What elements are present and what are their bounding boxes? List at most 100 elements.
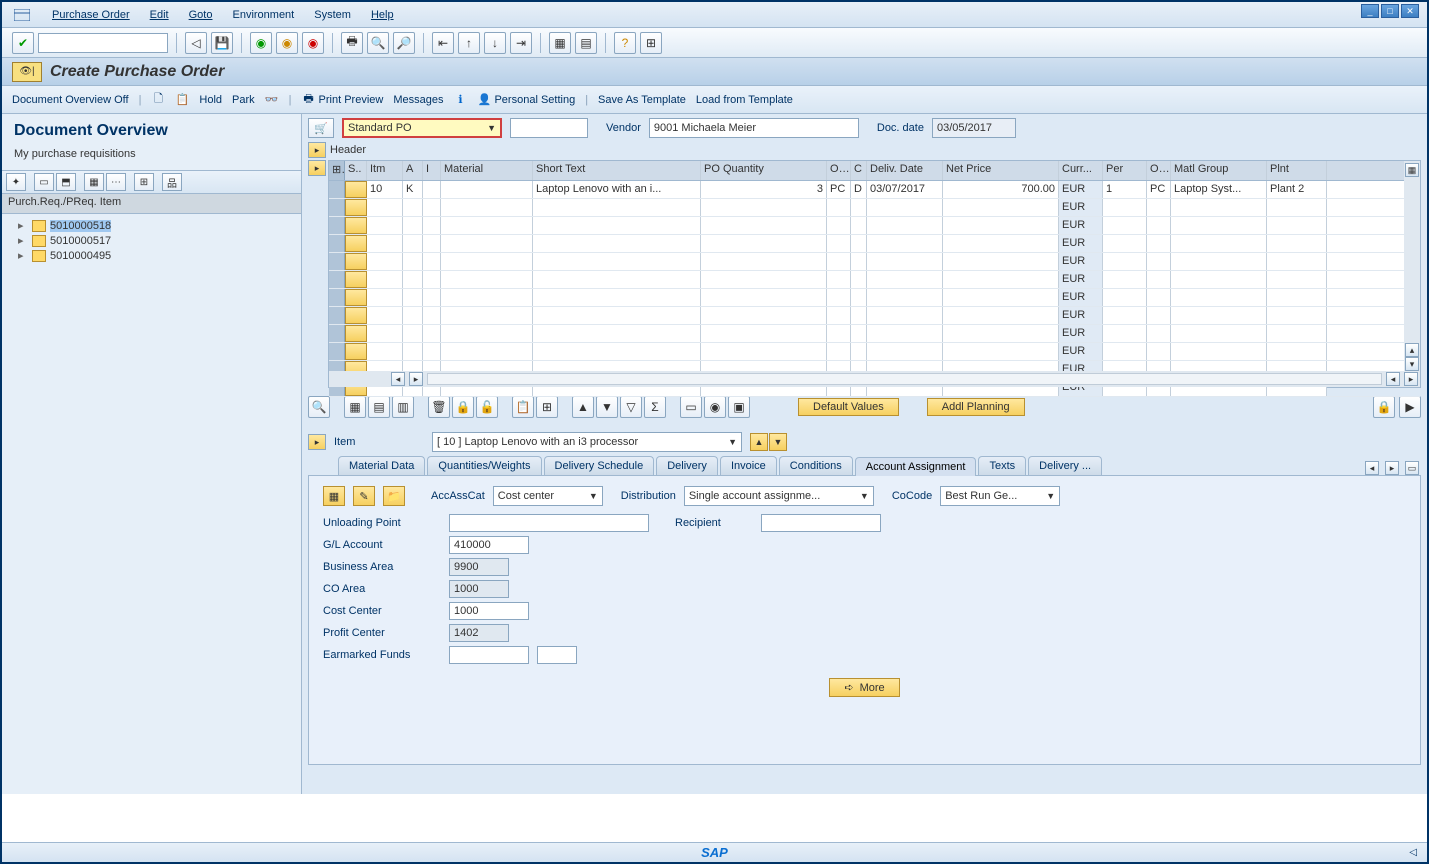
sb-refresh-icon[interactable]: ✦ <box>6 173 26 191</box>
prev-item-button[interactable]: ▲ <box>750 433 768 451</box>
table-row[interactable]: EUR <box>329 235 1420 253</box>
c-cell[interactable] <box>851 235 867 252</box>
plnt-cell[interactable] <box>1267 343 1327 360</box>
deliv-cell[interactable] <box>867 199 943 216</box>
personal-setting-button[interactable]: 👤Personal Setting <box>477 93 575 107</box>
per-cell[interactable] <box>1103 289 1147 306</box>
scroll-down-icon[interactable]: ▾ <box>1405 357 1419 371</box>
tb-grid-icon[interactable]: ⊞ <box>536 396 558 418</box>
menu-help[interactable]: Help <box>371 9 394 21</box>
expand-items-button[interactable]: ▸ <box>308 160 326 176</box>
sb-more-icon[interactable]: ⋯ <box>106 173 126 191</box>
matgrp-cell[interactable] <box>1171 325 1267 342</box>
distribution-select[interactable]: Single account assignme...▼ <box>684 486 874 506</box>
curr-cell[interactable]: EUR <box>1059 199 1103 216</box>
opu-cell[interactable] <box>1147 307 1171 324</box>
row-selector[interactable] <box>329 289 345 306</box>
i-cell[interactable] <box>423 199 441 216</box>
a-cell[interactable] <box>403 271 423 288</box>
col-opu[interactable]: O... <box>1147 161 1171 180</box>
matgrp-cell[interactable] <box>1171 289 1267 306</box>
tb9-icon[interactable]: ◉ <box>704 396 726 418</box>
tree-item[interactable]: ▸5010000495 <box>8 248 295 263</box>
tab-delivery-schedule[interactable]: Delivery Schedule <box>544 456 655 475</box>
short-text-cell[interactable] <box>533 253 701 270</box>
table-row[interactable]: EUR <box>329 253 1420 271</box>
plnt-cell[interactable] <box>1267 307 1327 324</box>
row-selector[interactable] <box>329 181 345 198</box>
field-input-cost-center[interactable]: 1000 <box>449 602 529 620</box>
matgrp-cell[interactable]: Laptop Syst... <box>1171 181 1267 198</box>
short-text-cell[interactable] <box>533 271 701 288</box>
addl-planning-button[interactable]: Addl Planning <box>927 398 1025 416</box>
per-cell[interactable]: 1 <box>1103 181 1147 198</box>
load-from-template-button[interactable]: Load from Template <box>696 94 793 106</box>
a-cell[interactable] <box>403 217 423 234</box>
short-text-cell[interactable] <box>533 343 701 360</box>
c-cell[interactable] <box>851 253 867 270</box>
col-quantity[interactable]: PO Quantity <box>701 161 827 180</box>
a-cell[interactable] <box>403 343 423 360</box>
scroll-track[interactable] <box>427 373 1382 385</box>
per-cell[interactable] <box>1103 235 1147 252</box>
per-cell[interactable] <box>1103 325 1147 342</box>
next-page-button[interactable]: ↓ <box>484 32 506 54</box>
col-c[interactable]: C <box>851 161 867 180</box>
plnt-cell[interactable] <box>1267 217 1327 234</box>
price-cell[interactable] <box>943 271 1059 288</box>
status-cell[interactable] <box>345 343 367 360</box>
copy-icon[interactable]: 📋 <box>512 396 534 418</box>
short-text-cell[interactable] <box>533 289 701 306</box>
table-row[interactable]: EUR <box>329 289 1420 307</box>
col-short-text[interactable]: Short Text <box>533 161 701 180</box>
qty-cell[interactable] <box>701 271 827 288</box>
tb3-icon[interactable]: ▥ <box>392 396 414 418</box>
col-i[interactable]: I <box>423 161 441 180</box>
status-cell[interactable] <box>345 181 367 198</box>
deliv-cell[interactable] <box>867 235 943 252</box>
row-selector[interactable] <box>329 325 345 342</box>
status-cell[interactable] <box>345 235 367 252</box>
matgrp-cell[interactable] <box>1171 307 1267 324</box>
itm-cell[interactable] <box>367 235 403 252</box>
price-cell[interactable] <box>943 289 1059 306</box>
tab-delivery[interactable]: Delivery <box>656 456 718 475</box>
col-plnt[interactable]: Plnt <box>1267 161 1327 180</box>
material-cell[interactable] <box>441 181 533 198</box>
price-cell[interactable]: 700.00 <box>943 181 1059 198</box>
qty-cell[interactable] <box>701 199 827 216</box>
menu-goto[interactable]: Goto <box>189 9 213 21</box>
material-cell[interactable] <box>441 235 533 252</box>
c-cell[interactable] <box>851 307 867 324</box>
row-selector[interactable] <box>329 271 345 288</box>
curr-cell[interactable]: EUR <box>1059 217 1103 234</box>
qty-cell[interactable] <box>701 253 827 270</box>
prev-page-button[interactable]: ↑ <box>458 32 480 54</box>
matgrp-cell[interactable] <box>1171 217 1267 234</box>
field-input-earmarked-funds[interactable] <box>449 646 529 664</box>
col-itm[interactable]: Itm <box>367 161 403 180</box>
table-row[interactable]: 10KLaptop Lenovo with an i...3PCD03/07/2… <box>329 181 1420 199</box>
col-material[interactable]: Material <box>441 161 533 180</box>
opu-cell[interactable] <box>1147 289 1171 306</box>
i-cell[interactable] <box>423 181 441 198</box>
create-icon[interactable]: 🗋 <box>151 93 165 107</box>
display-icon[interactable]: 📋 <box>175 93 189 107</box>
per-cell[interactable] <box>1103 307 1147 324</box>
oun-cell[interactable] <box>827 289 851 306</box>
deliv-cell[interactable] <box>867 217 943 234</box>
material-cell[interactable] <box>441 307 533 324</box>
deliv-cell[interactable] <box>867 307 943 324</box>
status-cell[interactable] <box>345 199 367 216</box>
collapse-item-detail-button[interactable]: ▸ <box>308 434 326 450</box>
i-cell[interactable] <box>423 325 441 342</box>
short-text-cell[interactable] <box>533 307 701 324</box>
oun-cell[interactable] <box>827 235 851 252</box>
i-cell[interactable] <box>423 343 441 360</box>
itm-cell[interactable] <box>367 343 403 360</box>
cocode-select[interactable]: Best Run Ge...▼ <box>940 486 1060 506</box>
c-cell[interactable] <box>851 199 867 216</box>
tab-material-data[interactable]: Material Data <box>338 456 425 475</box>
save-button[interactable]: 💾 <box>211 32 233 54</box>
i-cell[interactable] <box>423 271 441 288</box>
